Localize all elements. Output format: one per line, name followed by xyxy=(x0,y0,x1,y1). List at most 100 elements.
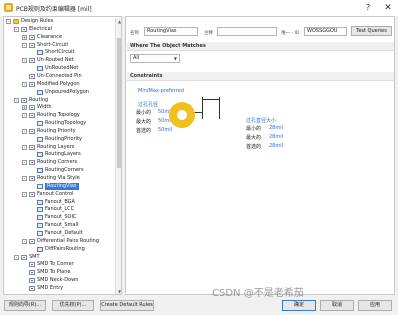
via-max-label: 最大的 xyxy=(246,135,262,141)
rule-category-icon xyxy=(29,270,35,276)
tree-item-label: Differential Pairs Routing xyxy=(37,237,100,244)
rule-category-icon xyxy=(29,238,35,244)
rule-category-icon xyxy=(29,42,35,48)
tree-item-label: Routing xyxy=(29,96,49,103)
via-min-value[interactable]: 28mil xyxy=(269,125,283,131)
rule-icon xyxy=(37,230,43,236)
ok-button[interactable]: 确定 xyxy=(282,300,316,311)
tree-item-label: Fanout_BGA xyxy=(45,198,75,205)
close-button[interactable]: ✕ xyxy=(381,1,395,15)
app-icon xyxy=(4,3,13,12)
rule-category-icon xyxy=(29,191,35,197)
collapse-icon[interactable]: - xyxy=(22,113,27,119)
folder-icon xyxy=(13,19,19,24)
watermark: CSDN @不是老希茄 xyxy=(212,288,304,299)
rule-icon xyxy=(37,152,43,158)
hole-pref-value[interactable]: 50mil xyxy=(158,127,172,133)
create-default-rules-button[interactable]: Create Default Rules xyxy=(100,300,154,311)
apply-button[interactable]: 应用 xyxy=(358,300,392,311)
collapse-icon[interactable]: - xyxy=(14,26,19,32)
rule-detail-panel: 名称 RoutingVias 注释 唯一 - ID WOSSGGOU Test … xyxy=(125,16,395,295)
tree-item-label: UnRoutedNet xyxy=(45,65,79,72)
constraints-section-header: Constraints xyxy=(127,72,394,81)
collapse-icon[interactable]: - xyxy=(14,97,19,103)
rule-category-icon xyxy=(21,254,27,260)
collapse-icon[interactable]: - xyxy=(22,42,27,48)
tree-scrollbar[interactable]: ▲ ▼ xyxy=(115,18,121,294)
scroll-up-icon[interactable]: ▲ xyxy=(116,18,121,25)
tree-item-label: RoutingVias xyxy=(45,182,79,190)
via-pad-icon xyxy=(169,102,195,128)
name-label: 名称 xyxy=(130,31,139,36)
priorities-button[interactable]: 优先权(P)... xyxy=(52,300,94,311)
rule-category-icon xyxy=(29,58,35,64)
expand-icon[interactable]: + xyxy=(22,105,27,111)
rule-category-icon xyxy=(29,113,35,119)
rule-category-icon xyxy=(29,128,35,134)
tree-item-label: Fanout_LCC xyxy=(45,206,75,213)
unique-id-field[interactable]: WOSSGGOU xyxy=(304,27,347,36)
scroll-thumb[interactable] xyxy=(117,38,121,168)
rule-icon xyxy=(37,50,43,56)
title-bar: PCB规则及约束编辑器 [mil] ? ✕ xyxy=(0,0,398,16)
rule-category-icon xyxy=(29,73,35,79)
help-button[interactable]: ? xyxy=(361,1,375,15)
via-dimension-tick-left xyxy=(219,97,220,119)
rule-icon xyxy=(37,215,43,221)
collapse-icon[interactable]: - xyxy=(22,144,27,150)
via-max-value[interactable]: 28mil xyxy=(269,134,283,140)
rule-icon xyxy=(37,183,43,189)
rule-category-icon xyxy=(29,285,35,291)
tree-item-label: SMD Entry xyxy=(37,284,64,291)
comment-label: 注释 xyxy=(204,31,213,36)
collapse-icon[interactable]: - xyxy=(22,128,27,134)
rule-icon xyxy=(37,89,43,95)
tree-item-label: Modified Polygon xyxy=(37,80,80,87)
hole-min-label: 最小的 xyxy=(136,110,152,116)
via-min-label: 最小的 xyxy=(246,126,262,132)
tree-item-label: ShortCircuit xyxy=(45,49,75,56)
rule-category-icon xyxy=(21,26,27,32)
tree-item-label: SMD To Plane xyxy=(37,269,71,276)
tree-item-label: Routing Layers xyxy=(37,143,75,150)
collapse-icon[interactable]: - xyxy=(22,81,27,87)
chevron-down-icon: ▼ xyxy=(173,56,177,61)
rule-category-icon xyxy=(21,97,27,103)
collapse-icon[interactable]: - xyxy=(22,176,27,181)
where-dropdown-value: All xyxy=(133,55,140,61)
collapse-icon[interactable]: - xyxy=(22,160,27,166)
collapse-icon[interactable]: - xyxy=(6,19,11,24)
cancel-button[interactable]: 取消 xyxy=(320,300,354,311)
tree-item-label: SMT xyxy=(29,253,40,260)
where-dropdown[interactable]: All ▼ xyxy=(130,54,180,63)
rule-icon xyxy=(37,168,43,174)
via-pref-label: Min/Max-preferred xyxy=(138,88,184,94)
name-field[interactable]: RoutingVias xyxy=(144,27,198,36)
collapse-icon[interactable]: - xyxy=(22,58,27,64)
tree-item-label: Un-Connected Pin xyxy=(37,72,82,79)
rule-category-icon xyxy=(29,278,35,284)
tree-item-label: Fanout_Default xyxy=(45,229,83,236)
rule-icon xyxy=(37,121,43,127)
tree-item-label: RoutingCorners xyxy=(45,167,84,174)
rule-icon xyxy=(37,199,43,205)
collapse-icon[interactable]: - xyxy=(22,238,27,244)
collapse-icon[interactable]: - xyxy=(22,191,27,197)
rule-icon xyxy=(37,66,43,72)
via-pref-value[interactable]: 28mil xyxy=(269,143,283,149)
rule-category-icon xyxy=(29,81,35,87)
tree-item-label: SMD Neck-Down xyxy=(37,277,79,284)
via-pref-label-cn: 首选的 xyxy=(246,144,262,150)
rule-icon xyxy=(37,223,43,229)
test-queries-button[interactable]: Test Queries xyxy=(351,26,392,36)
rule-tree: - Design Rules - Electrical + Clearance - Short… xyxy=(3,16,122,295)
comment-field[interactable] xyxy=(217,27,277,36)
scroll-down-icon[interactable]: ▼ xyxy=(116,288,121,294)
rule-wizard-button[interactable]: 规则向导(R)... xyxy=(4,300,46,311)
tree-item-label: RoutingPriority xyxy=(45,135,82,142)
hole-dimension-tick xyxy=(202,97,203,119)
expand-icon[interactable]: + xyxy=(22,34,27,40)
collapse-icon[interactable]: - xyxy=(14,254,19,260)
tree-item-label: Routing Priority xyxy=(37,127,76,134)
hole-size-title: 过孔孔径 xyxy=(138,102,159,108)
